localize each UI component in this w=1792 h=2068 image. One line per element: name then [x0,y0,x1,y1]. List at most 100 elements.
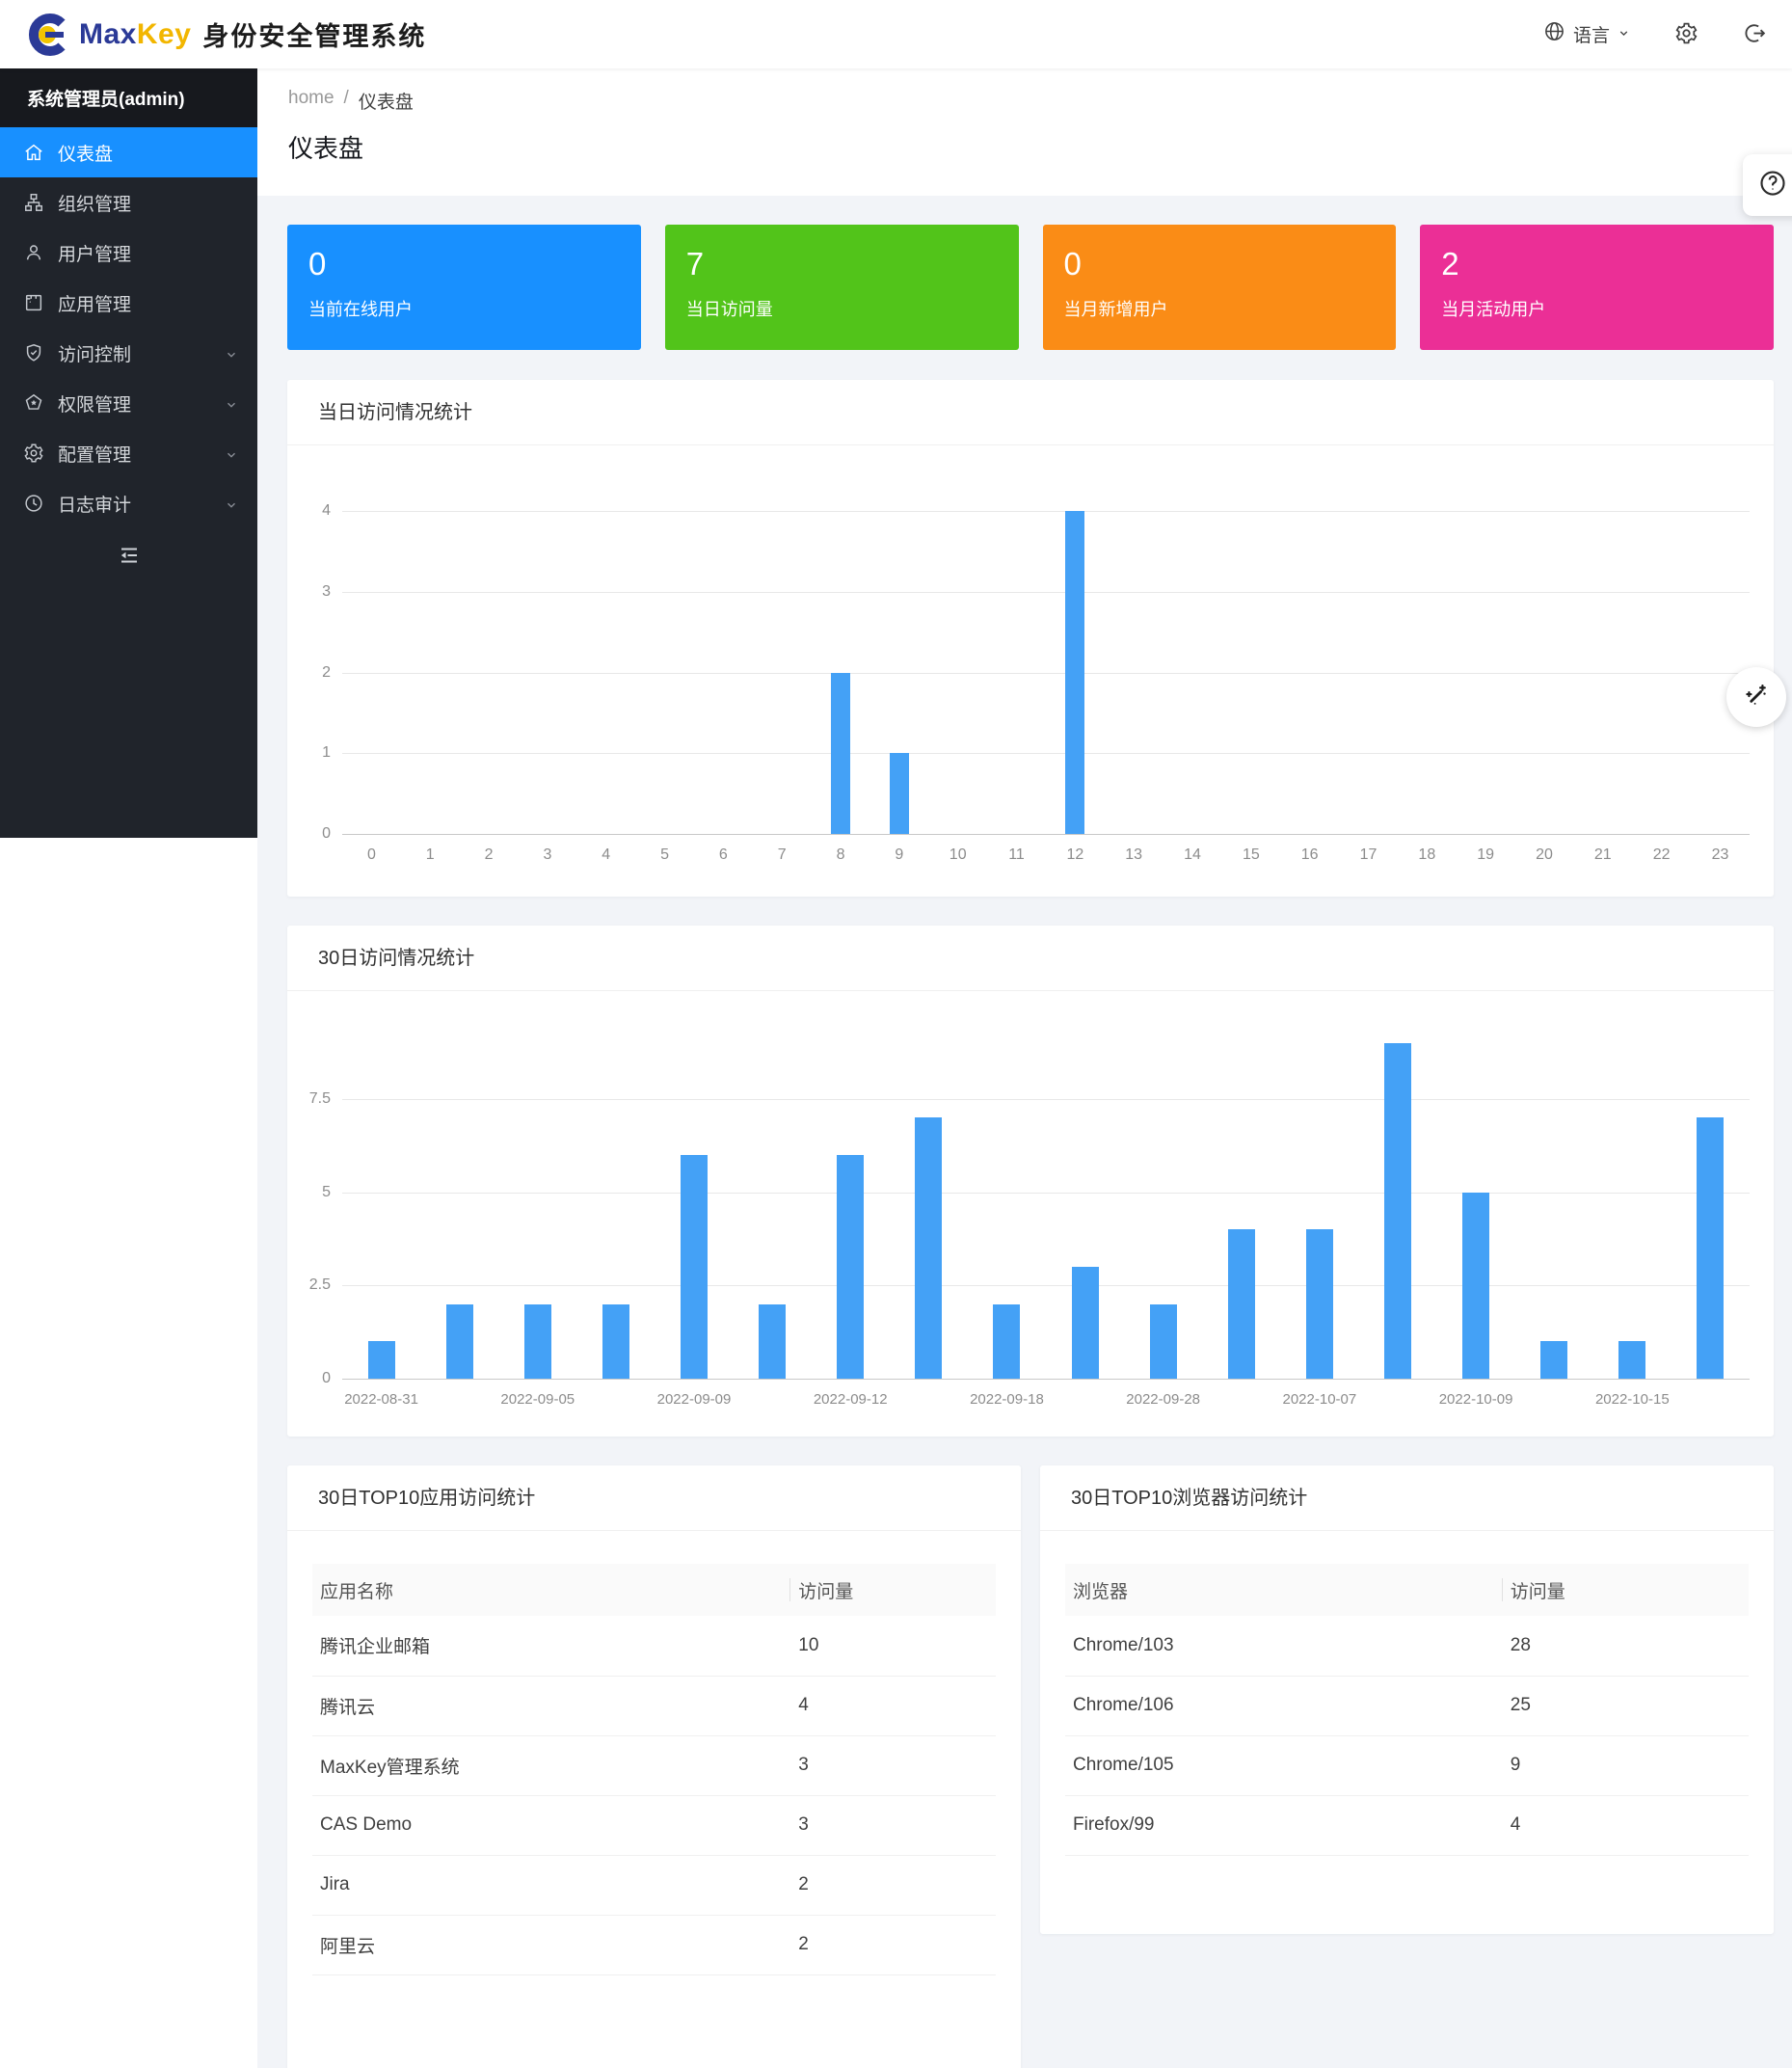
count-cell: 10 [790,1616,996,1676]
bars-layer [342,1043,1750,1379]
sidebar-item-label: 应用管理 [58,290,238,316]
y-axis-tick-label: 4 [322,502,331,520]
daily-visits-bar-chart: 0123401234567891011121314151617181920212… [287,511,1774,864]
bar-slot [812,511,870,834]
name-cell: Chrome/106 [1065,1676,1503,1735]
bar [1462,1193,1489,1379]
sidebar-item-2[interactable]: 用户管理 [0,228,257,278]
breadcrumb-home-link[interactable]: home [288,88,334,114]
theme-button[interactable] [1726,667,1786,727]
x-axis-tick-label: 2022-09-05 [498,1391,576,1408]
name-cell: MaxKey管理系统 [312,1735,790,1795]
logout-button[interactable] [1743,21,1767,48]
sidebar-item-label: 权限管理 [58,390,225,416]
count-cell: 2 [790,1915,996,1974]
sidebar: 系统管理员(admin) 仪表盘组织管理用户管理应用管理访问控制权限管理配置管理… [0,68,257,838]
bar-slot [342,1043,420,1379]
bar [759,1304,786,1379]
question-circle-icon [1758,169,1787,202]
bar-slot [1573,511,1632,834]
bar-slot [1105,511,1163,834]
magic-wand-icon [1743,682,1770,713]
sidebar-item-label: 访问控制 [58,340,225,366]
tables-row: 30日TOP10应用访问统计 应用名称访问量腾讯企业邮箱10腾讯云4MaxKey… [287,1465,1774,2068]
sidebar-item-6[interactable]: 配置管理 [0,428,257,478]
bar [993,1304,1020,1379]
bar [1540,1341,1567,1379]
sidebar-item-3[interactable]: 应用管理 [0,278,257,328]
column-header: 浏览器 [1065,1564,1503,1616]
language-menu[interactable]: 语言 [1543,20,1630,48]
bar-slot [1515,1043,1593,1379]
chevron-down-icon [225,497,238,510]
count-cell: 4 [790,1676,996,1735]
caret-down-icon [1618,24,1630,45]
x-axis-tick-label: 3 [518,846,576,864]
menu-fold-icon[interactable] [118,544,141,572]
x-axis-tick-label: 2022-10-09 [1437,1391,1515,1408]
sidebar-item-7[interactable]: 日志审计 [0,478,257,528]
y-axis-tick-label: 2.5 [309,1276,331,1294]
bar [915,1117,942,1379]
name-cell: Jira [312,1855,790,1915]
table-title: 30日TOP10应用访问统计 [287,1465,1021,1531]
stat-card-3: 2当月活动用户 [1420,225,1774,350]
clock-icon [23,493,44,514]
user-icon [23,242,44,263]
org-icon [23,192,44,213]
count-cell: 28 [1503,1616,1749,1676]
bars-layer [342,511,1750,834]
x-axis-tick-label: 18 [1398,846,1457,864]
bar-slot [1339,511,1398,834]
x-axis-tick-label: 19 [1457,846,1515,864]
brand: MaxKey 身份安全管理系统 [25,13,426,57]
sidebar-item-4[interactable]: 访问控制 [0,328,257,378]
bar-slot [1398,511,1457,834]
bar [524,1304,551,1379]
x-axis-tick-label: 21 [1573,846,1632,864]
stat-value: 0 [308,246,620,282]
name-cell: Firefox/99 [1065,1795,1503,1855]
x-axis-tick-label: 8 [812,846,870,864]
brand-key: Key [137,18,192,50]
collapse-row [0,544,257,572]
brand-max: Max [79,18,137,50]
bar [602,1304,629,1379]
table-title: 30日TOP10浏览器访问统计 [1040,1465,1774,1531]
bar [1150,1304,1177,1379]
bar-slot [968,1043,1046,1379]
x-axis-tick-label [734,1391,812,1408]
count-cell: 25 [1503,1676,1749,1735]
bar-slot [869,511,928,834]
bar-slot [460,511,519,834]
navbar-actions: 语言 [1543,20,1767,48]
bar-slot [1221,511,1280,834]
x-axis-tick-label [420,1391,498,1408]
name-cell: Chrome/103 [1065,1616,1503,1676]
stat-value: 7 [686,246,998,282]
sidebar-item-0[interactable]: 仪表盘 [0,127,257,177]
top-browsers-table-card: 30日TOP10浏览器访问统计 浏览器访问量Chrome/10328Chrome… [1040,1465,1774,1934]
y-axis-tick-label: 1 [322,744,331,762]
name-cell: 腾讯企业邮箱 [312,1616,790,1676]
bar [837,1155,864,1379]
x-axis-labels: 2022-08-312022-09-052022-09-092022-09-12… [342,1380,1750,1408]
bar-slot [734,1043,812,1379]
bar-slot [342,511,401,834]
chevron-down-icon [225,346,238,360]
x-axis-tick-label: 23 [1691,846,1750,864]
y-axis-tick-label: 0 [322,825,331,843]
x-axis-tick-label: 2022-09-12 [812,1391,890,1408]
help-button[interactable] [1743,154,1792,216]
stat-label: 当月活动用户 [1441,296,1752,321]
x-axis-tick-label: 2022-09-28 [1124,1391,1202,1408]
sidebar-item-1[interactable]: 组织管理 [0,177,257,228]
bar-slot [1124,1043,1202,1379]
settings-button[interactable] [1674,21,1698,48]
breadcrumb-separator: / [344,88,349,114]
sidebar-item-label: 仪表盘 [58,140,238,166]
bar [1384,1043,1411,1379]
bar [368,1341,395,1379]
sidebar-item-5[interactable]: 权限管理 [0,378,257,428]
count-cell: 9 [1503,1735,1749,1795]
